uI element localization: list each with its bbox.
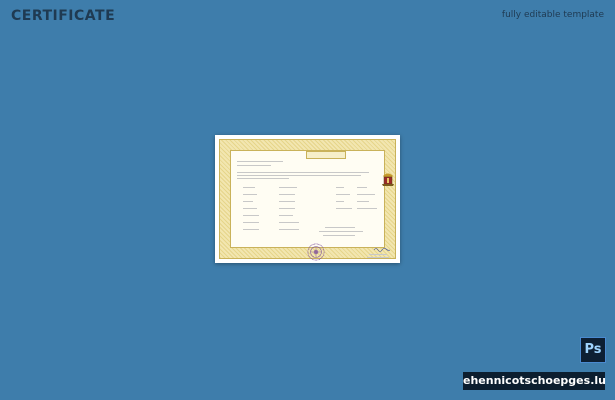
field-value-line [357, 208, 377, 209]
signatory-line [367, 257, 389, 258]
field-label-line [243, 215, 259, 216]
field-label-line [243, 194, 257, 195]
field-label-line [243, 222, 259, 223]
statement-line [319, 231, 363, 232]
heading-line [237, 161, 283, 162]
certificate-header-plate [306, 151, 346, 159]
field-value-line [279, 215, 293, 216]
statement-line [325, 227, 355, 228]
statement-line [323, 235, 355, 236]
field-label-line [336, 208, 352, 209]
page-title: CERTIFICATE [11, 8, 116, 24]
watermark-label: ehennicotschoepges.lu [463, 372, 606, 390]
field-label-line [243, 187, 255, 188]
field-value-line [279, 201, 295, 202]
field-value-line [279, 229, 299, 230]
certificate-preview[interactable] [215, 135, 400, 263]
certificate-ornamental-border [219, 139, 396, 261]
intro-line [237, 178, 289, 179]
field-value-line [279, 222, 299, 223]
photoshop-icon: Ps [580, 337, 606, 363]
intro-line [237, 175, 361, 176]
page-subtitle: fully editable template [501, 10, 604, 20]
field-value-line [357, 201, 369, 202]
official-seal-icon [307, 243, 325, 261]
signature-icon [374, 247, 390, 252]
field-label-line [243, 229, 259, 230]
certificate-body [230, 150, 394, 261]
heading-line [237, 165, 271, 166]
field-value-line [279, 208, 295, 209]
field-value-line [279, 187, 297, 188]
field-label-line [243, 208, 257, 209]
field-label-line [336, 194, 350, 195]
field-label-line [336, 201, 344, 202]
field-value-line [279, 194, 295, 195]
field-label-line [336, 187, 344, 188]
field-label-line [243, 201, 253, 202]
signatory-line [369, 254, 387, 255]
intro-line [237, 172, 369, 173]
field-value-line [357, 194, 375, 195]
coat-of-arms-icon [382, 173, 394, 186]
field-value-line [357, 187, 367, 188]
